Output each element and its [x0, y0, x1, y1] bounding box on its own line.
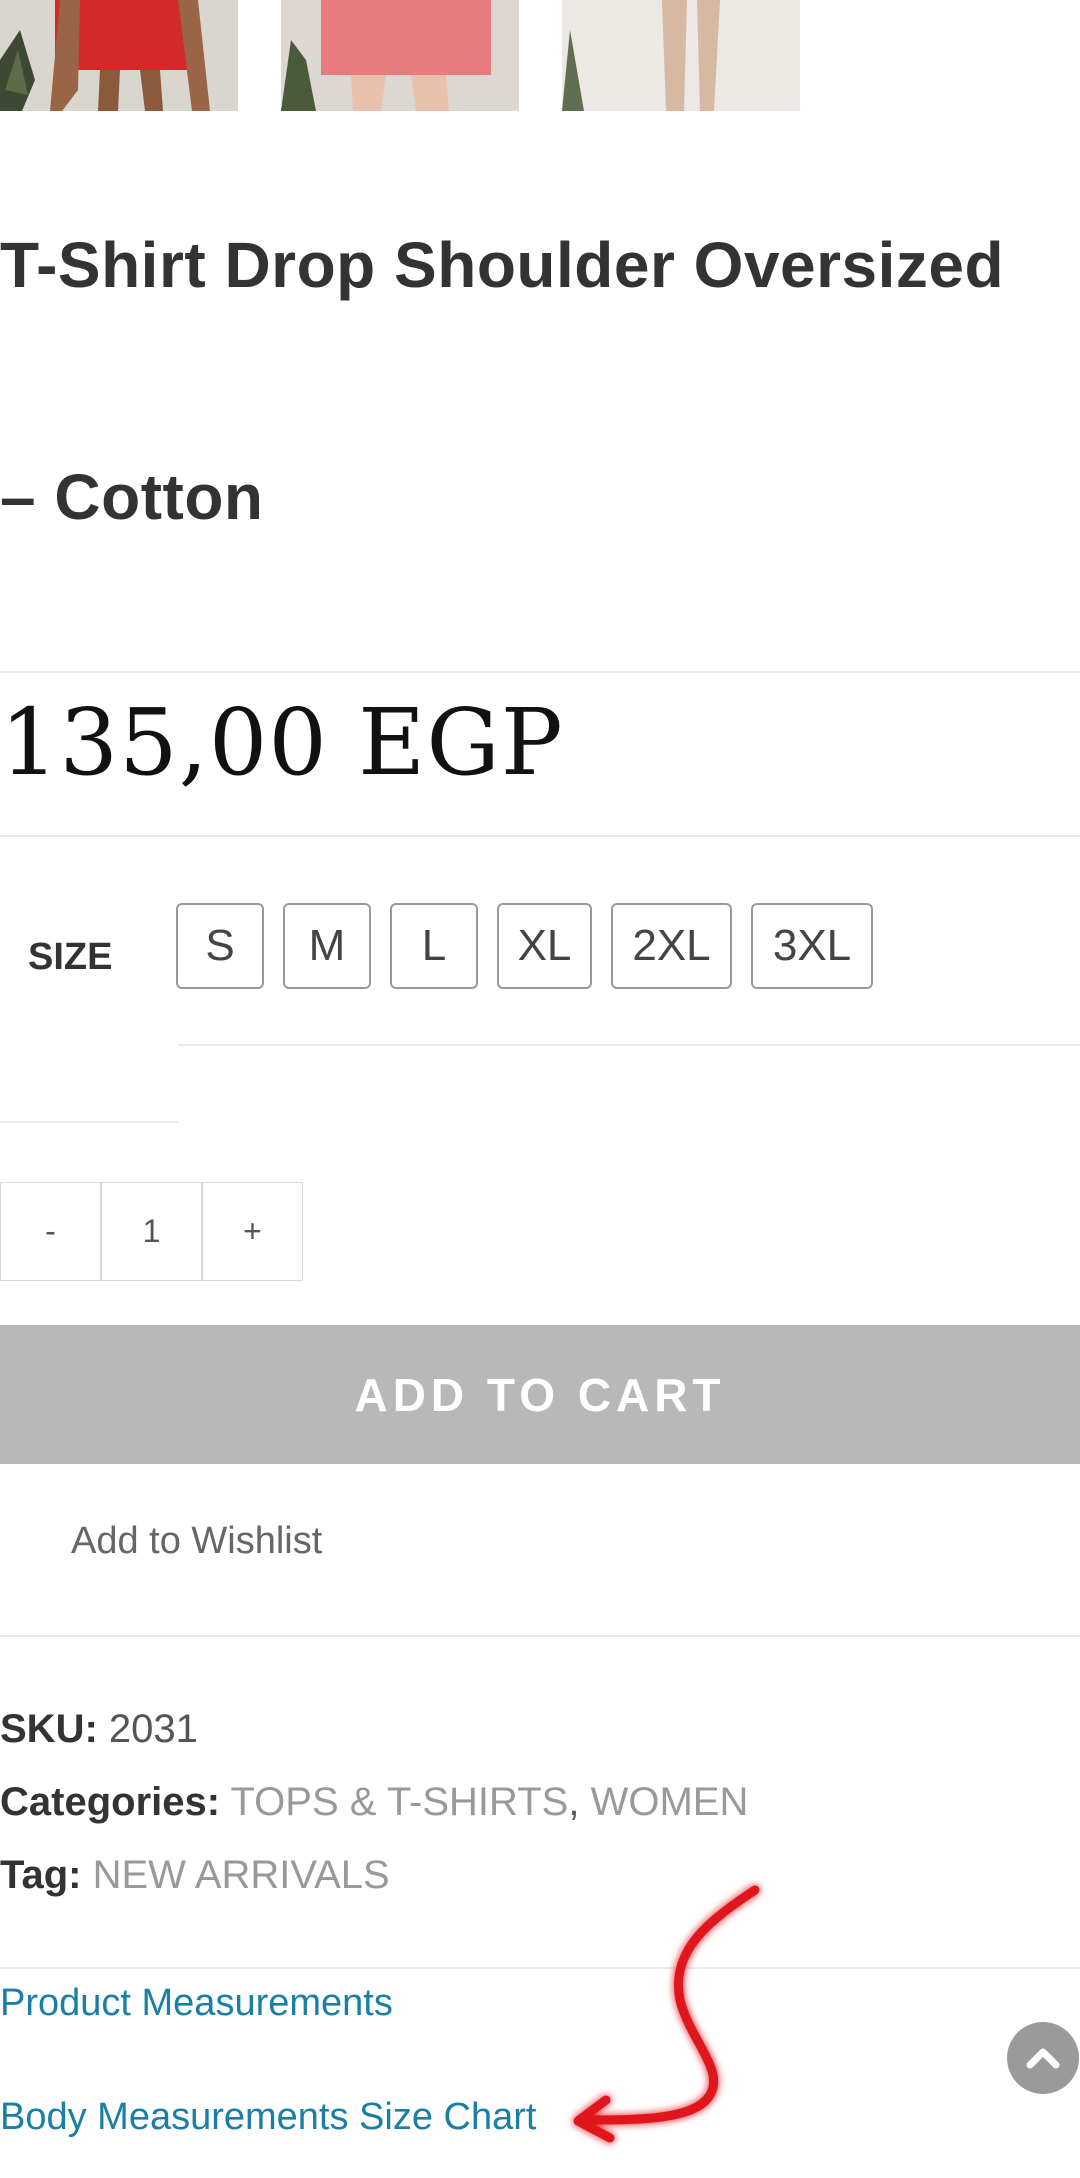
- quantity-increase-button[interactable]: +: [202, 1182, 303, 1281]
- product-thumbnail-1[interactable]: [0, 0, 238, 111]
- divider: [0, 671, 1080, 673]
- tag-label: Tag:: [0, 1853, 82, 1897]
- add-to-wishlist-link[interactable]: Add to Wishlist: [71, 1520, 322, 1563]
- add-to-cart-button[interactable]: ADD TO CART: [0, 1325, 1080, 1464]
- category-link-tops[interactable]: TOPS & T-SHIRTS: [230, 1780, 568, 1824]
- divider: [0, 1121, 178, 1123]
- divider: [0, 1635, 1080, 1637]
- thumbnail-image-legs: [562, 0, 800, 111]
- categories-label: Categories:: [0, 1780, 221, 1824]
- thumbnail-image-pink-dress: [281, 0, 519, 111]
- chevron-up-icon: [1026, 2048, 1060, 2069]
- quantity-decrease-button[interactable]: -: [0, 1182, 101, 1281]
- product-measurements-link[interactable]: Product Measurements: [0, 1982, 393, 2025]
- sku-line: SKU: 2031: [0, 1707, 198, 1752]
- category-link-women[interactable]: WOMEN: [591, 1780, 749, 1824]
- quantity-input[interactable]: 1: [101, 1182, 202, 1281]
- size-option-xl[interactable]: XL: [497, 903, 592, 989]
- size-option-3xl[interactable]: 3XL: [751, 903, 873, 989]
- product-title-line-1: T-Shirt Drop Shoulder Oversized: [0, 229, 1005, 301]
- red-arrow-annotation-icon: [573, 1885, 760, 2143]
- size-option-2xl[interactable]: 2XL: [611, 903, 732, 989]
- thumbnail-image-red-dress: [0, 0, 238, 111]
- size-label: SIZE: [28, 936, 113, 978]
- tag-link-new-arrivals[interactable]: NEW ARRIVALS: [93, 1853, 390, 1897]
- size-option-s[interactable]: S: [176, 903, 264, 989]
- divider: [0, 835, 1080, 837]
- scroll-to-top-button[interactable]: [1007, 2022, 1079, 2094]
- sku-label: SKU:: [0, 1707, 98, 1751]
- divider: [0, 1967, 1080, 1969]
- product-thumbnail-2[interactable]: [281, 0, 519, 111]
- sku-value: 2031: [108, 1707, 198, 1751]
- category-separator: ,: [568, 1780, 580, 1824]
- tag-line: Tag: NEW ARRIVALS: [0, 1853, 390, 1898]
- size-option-l[interactable]: L: [390, 903, 478, 989]
- categories-line: Categories: TOPS & T-SHIRTS, WOMEN: [0, 1780, 748, 1825]
- body-measurements-size-chart-link[interactable]: Body Measurements Size Chart: [0, 2096, 536, 2139]
- product-price: 135,00 EGP: [0, 689, 564, 796]
- size-option-m[interactable]: M: [283, 903, 371, 989]
- product-thumbnail-3[interactable]: [562, 0, 800, 111]
- divider: [178, 1044, 1080, 1046]
- product-title-line-2: – Cotton: [0, 461, 264, 533]
